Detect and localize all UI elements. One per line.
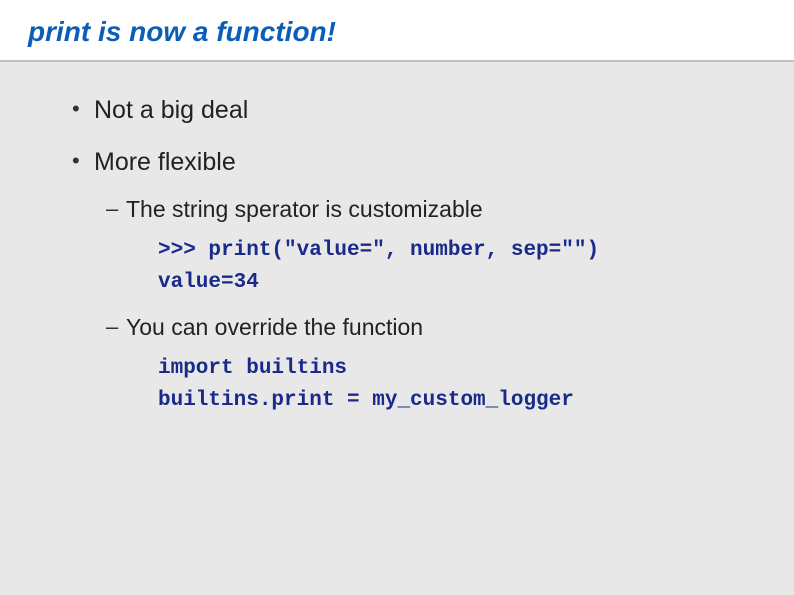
slide-title: print is now a function! — [28, 16, 766, 48]
code-line: import builtins — [158, 357, 347, 380]
code-block: >>> print("value=", number, sep="") valu… — [158, 235, 746, 300]
sub-bullet-list: The string sperator is customizable >>> … — [94, 194, 746, 418]
slide-content: Not a big deal More flexible The string … — [0, 62, 794, 468]
sub-bullet-text: You can override the function — [126, 314, 423, 340]
sub-bullet-item: You can override the function import bui… — [94, 312, 746, 418]
bullet-item: Not a big deal — [72, 94, 746, 128]
bullet-item: More flexible The string sperator is cus… — [72, 146, 746, 418]
sub-bullet-text: The string sperator is customizable — [126, 196, 483, 222]
slide-header: print is now a function! — [0, 0, 794, 62]
code-line: value=34 — [158, 271, 259, 294]
sub-bullet-item: The string sperator is customizable >>> … — [94, 194, 746, 300]
code-line: >>> print("value=", number, sep="") — [158, 239, 599, 262]
bullet-text: Not a big deal — [94, 96, 248, 124]
bullet-list: Not a big deal More flexible The string … — [72, 94, 746, 418]
code-block: import builtins builtins.print = my_cust… — [158, 353, 746, 418]
bullet-text: More flexible — [94, 148, 236, 176]
code-line: builtins.print = my_custom_logger — [158, 389, 574, 412]
